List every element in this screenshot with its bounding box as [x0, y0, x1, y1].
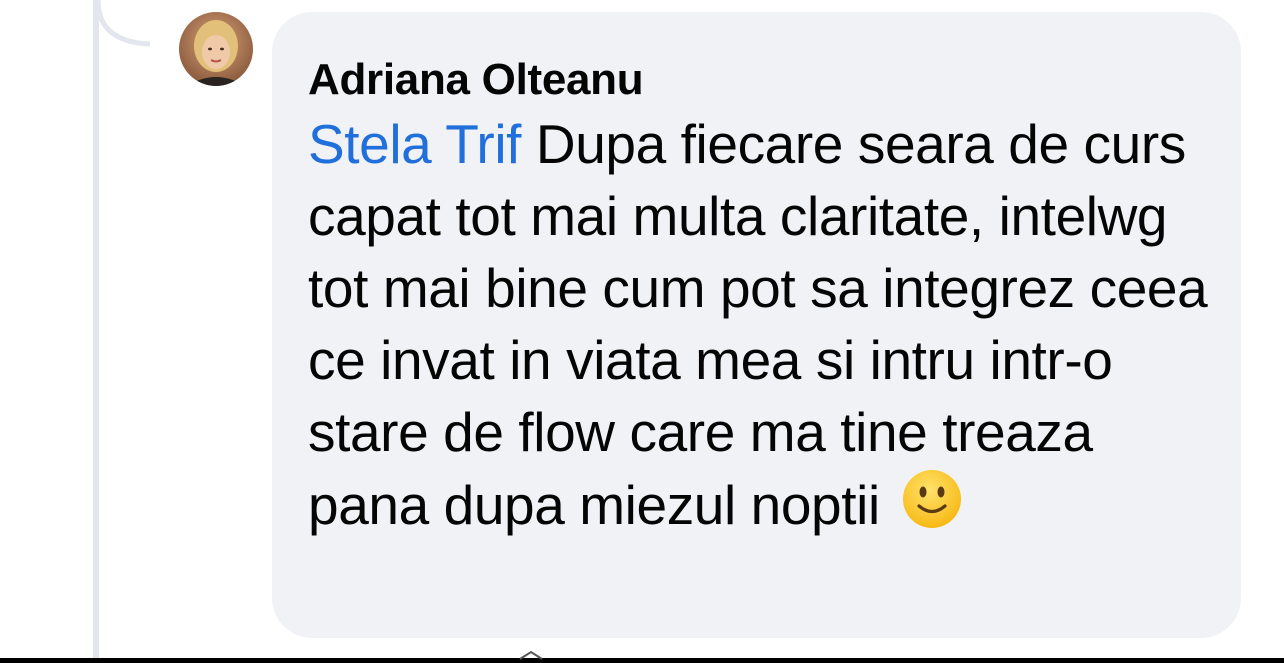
mention-link[interactable]: Stela Trif	[308, 113, 521, 175]
comment-text: Stela Trif Dupa fiecare seara de curs ca…	[308, 108, 1208, 547]
chevron-up-icon[interactable]	[518, 650, 544, 660]
thread-connector-line	[93, 0, 99, 663]
comment-bubble: Adriana Olteanu Stela Trif Dupa fiecare …	[272, 12, 1241, 638]
comment-body: Dupa fiecare seara de curs capat tot mai…	[308, 113, 1208, 536]
bottom-toolbar-edge	[0, 658, 1284, 663]
comment-author-name[interactable]: Adriana Olteanu	[308, 52, 1205, 108]
reply-connector-curve	[95, 0, 151, 47]
user-photo-icon	[179, 12, 253, 86]
avatar[interactable]	[179, 12, 253, 86]
slightly-smiling-face-emoji	[901, 468, 963, 547]
